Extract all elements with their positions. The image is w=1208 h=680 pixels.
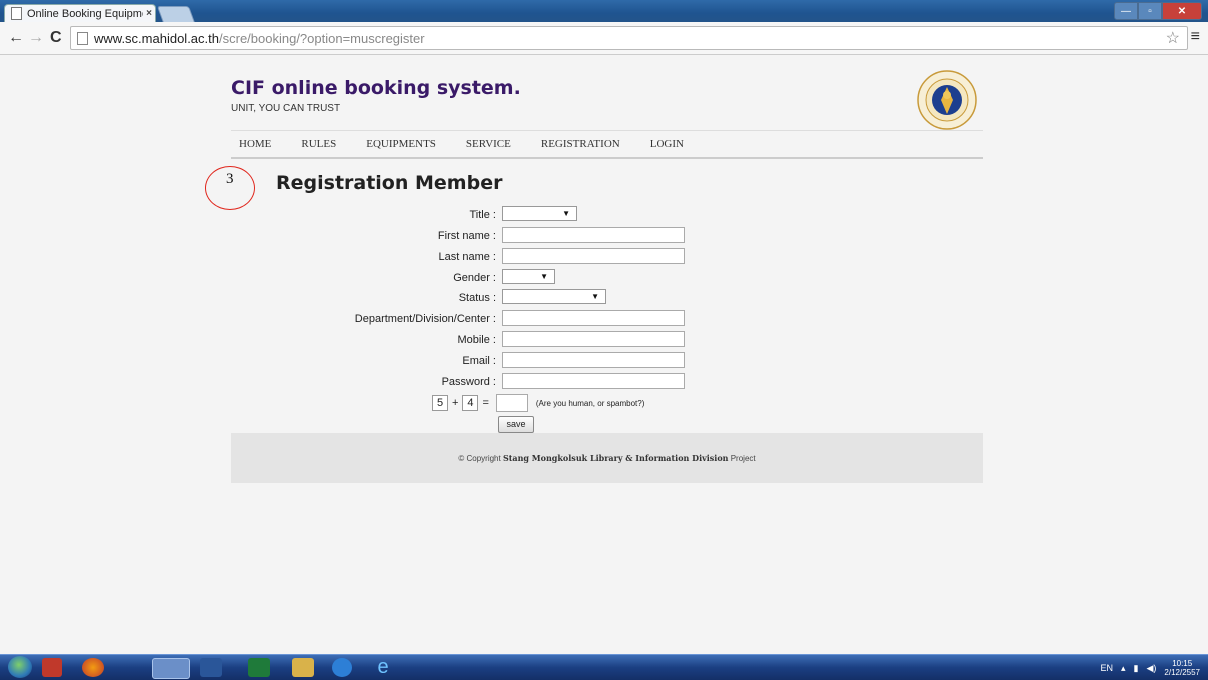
gender-select[interactable]: ▼ — [502, 269, 555, 284]
tab-title: Online Booking Equipme — [27, 7, 143, 20]
site-tagline: UNIT, YOU CAN TRUST — [231, 103, 341, 114]
nav-service[interactable]: SERVICE — [466, 138, 511, 150]
back-arrow-icon[interactable]: ← — [8, 29, 24, 47]
title-select[interactable]: ▼ — [502, 206, 577, 221]
form-row-title: Title : ▼ — [300, 206, 720, 226]
system-tray: EN ▴ ▮ ◀) 10:15 2/12/2557 — [1100, 659, 1200, 677]
last-name-input[interactable] — [502, 248, 685, 264]
gender-label: Gender : — [453, 272, 496, 284]
status-select[interactable]: ▼ — [502, 289, 606, 304]
menu-icon[interactable]: ≡ — [1191, 28, 1200, 46]
browser-tab[interactable]: Online Booking Equipme × — [4, 4, 156, 22]
last-name-label: Last name : — [438, 251, 496, 263]
browser-titlebar: Online Booking Equipme × — ▫ ✕ — [0, 0, 1208, 23]
language-indicator[interactable]: EN — [1100, 663, 1113, 673]
form-row-mobile: Mobile : — [300, 331, 720, 351]
volume-icon[interactable]: ◀) — [1146, 663, 1156, 674]
clock-date: 2/12/2557 — [1164, 668, 1200, 677]
captcha-operand-b: 4 — [462, 395, 479, 411]
browser-toolbar: ← → C www.sc.mahidol.ac.th/scre/booking/… — [0, 22, 1208, 55]
footer: © Copyright Stang Mongkolsuk Library & I… — [231, 433, 983, 483]
form-row-last-name: Last name : — [300, 248, 720, 268]
form-row-department: Department/Division/Center : — [300, 310, 720, 330]
nav-rules[interactable]: RULES — [301, 138, 336, 150]
form-row-gender: Gender : ▼ — [300, 269, 720, 289]
form-row-email: Email : — [300, 352, 720, 372]
new-tab-button[interactable] — [156, 6, 196, 23]
address-bar[interactable]: www.sc.mahidol.ac.th/scre/booking/?optio… — [70, 26, 1188, 50]
captcha-operator: + — [452, 397, 459, 409]
media-player-icon[interactable] — [42, 658, 62, 677]
captcha-equals: = — [482, 397, 489, 409]
page-icon — [77, 31, 88, 45]
nav-login[interactable]: LOGIN — [650, 138, 684, 150]
chrome-icon[interactable] — [152, 658, 190, 679]
footer-prefix: © Copyright — [458, 454, 503, 463]
url-host: www.sc.mahidol.ac.th — [94, 30, 219, 46]
reload-icon[interactable]: C — [50, 29, 62, 47]
minimize-button[interactable]: — — [1114, 2, 1138, 20]
word-icon[interactable] — [200, 658, 222, 677]
save-button[interactable]: save — [498, 416, 534, 433]
nav-equipments[interactable]: EQUIPMENTS — [366, 138, 436, 150]
form-row-first-name: First name : — [300, 227, 720, 247]
email-input[interactable] — [502, 352, 685, 368]
captcha-answer-input[interactable] — [495, 394, 528, 412]
page-icon — [11, 7, 22, 20]
internet-explorer-icon[interactable]: e — [372, 657, 394, 677]
status-label: Status : — [458, 292, 496, 304]
maximize-button[interactable]: ▫ — [1138, 2, 1162, 20]
forward-arrow-icon[interactable]: → — [28, 29, 44, 47]
url-path: /scre/booking/?option=muscregister — [219, 30, 425, 46]
start-button[interactable] — [8, 656, 32, 678]
department-label: Department/Division/Center : — [354, 313, 496, 325]
teamviewer-icon[interactable] — [332, 658, 352, 677]
mobile-label: Mobile : — [457, 334, 496, 346]
main-nav: HOME RULES EQUIPMENTS SERVICE REGISTRATI… — [231, 130, 983, 159]
clock-time: 10:15 — [1172, 659, 1193, 668]
close-window-button[interactable]: ✕ — [1162, 2, 1202, 20]
password-input[interactable] — [502, 373, 685, 389]
department-input[interactable] — [502, 310, 685, 326]
annotation-number: 3 — [226, 171, 234, 187]
bookmark-star-icon[interactable]: ☆ — [1166, 28, 1180, 48]
file-explorer-icon[interactable] — [292, 658, 314, 677]
nav-home[interactable]: HOME — [239, 138, 271, 150]
firefox-icon[interactable] — [82, 658, 104, 677]
site-title: CIF online booking system. — [231, 77, 521, 99]
page-viewport: CIF online booking system. UNIT, YOU CAN… — [0, 55, 1208, 654]
title-label: Title : — [469, 209, 497, 221]
nav-registration[interactable]: REGISTRATION — [541, 138, 620, 150]
window-controls: — ▫ ✕ — [1114, 2, 1202, 20]
taskbar: e EN ▴ ▮ ◀) 10:15 2/12/2557 — [0, 654, 1208, 680]
form-row-status: Status : ▼ — [300, 289, 720, 309]
password-label: Password : — [441, 376, 496, 388]
network-icon[interactable]: ▮ — [1134, 663, 1139, 674]
captcha-operand-a: 5 — [432, 395, 448, 411]
excel-icon[interactable] — [248, 658, 270, 677]
captcha-row: 5 + 4 = (Are you human, or spambot?) — [432, 393, 644, 413]
email-label: Email : — [462, 355, 496, 367]
captcha-hint: (Are you human, or spambot?) — [535, 398, 645, 408]
clock[interactable]: 10:15 2/12/2557 — [1164, 659, 1200, 677]
tray-expand-icon[interactable]: ▴ — [1121, 663, 1126, 674]
footer-suffix: Project — [728, 454, 756, 463]
form-row-password: Password : — [300, 373, 720, 393]
university-seal-logo — [917, 70, 977, 130]
page-title: Registration Member — [276, 172, 503, 194]
first-name-input[interactable] — [502, 227, 685, 243]
first-name-label: First name : — [437, 230, 496, 242]
footer-org: Stang Mongkolsuk Library & Information D… — [502, 453, 729, 463]
mobile-input[interactable] — [502, 331, 685, 347]
tab-close-icon[interactable]: × — [143, 8, 155, 19]
